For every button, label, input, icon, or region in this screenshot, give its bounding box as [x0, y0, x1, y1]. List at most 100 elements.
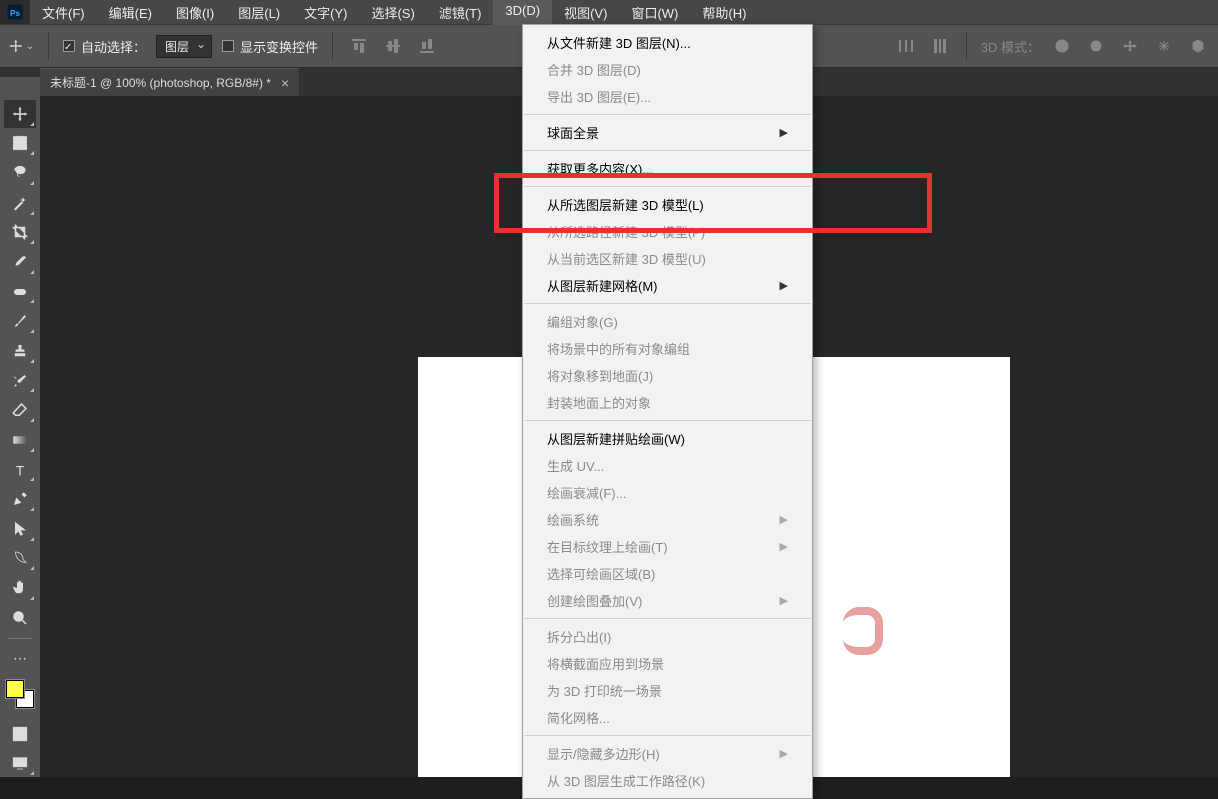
move-tool[interactable] [4, 100, 36, 128]
menu-entry-label: 球面全景 [547, 123, 599, 142]
menu-entry[interactable]: 从图层新建拼贴绘画(W) [523, 425, 812, 452]
menu-entry-label: 生成 UV... [547, 456, 604, 475]
3d-scale-icon[interactable] [1186, 34, 1210, 58]
menu-entry-label: 从所选路径新建 3D 模型(P) [547, 222, 705, 241]
zoom-tool[interactable] [4, 604, 36, 632]
divider [48, 32, 49, 60]
shape-tool[interactable] [4, 545, 36, 573]
menu-item[interactable]: 滤镜(T) [427, 0, 494, 25]
menu-entry-label: 显示/隐藏多边形(H) [547, 744, 660, 763]
menu-entry[interactable]: 从文件新建 3D 图层(N)... [523, 29, 812, 56]
document-tab[interactable]: 未标题-1 @ 100% (photoshop, RGB/8#) * × [40, 68, 299, 96]
dist-icon[interactable] [894, 34, 918, 58]
submenu-arrow-icon: ▶ [780, 513, 788, 526]
svg-text:T: T [16, 463, 24, 478]
menu-separator [524, 420, 811, 421]
align-top-icon[interactable] [347, 34, 371, 58]
screen-mode-tool[interactable] [4, 749, 36, 777]
menu-separator [524, 150, 811, 151]
menu-entry-label: 将场景中的所有对象编组 [547, 339, 690, 358]
menu-entry[interactable]: 获取更多内容(X)... [523, 155, 812, 182]
eyedropper-tool[interactable] [4, 248, 36, 276]
show-transform-check[interactable]: 显示变换控件 [222, 37, 318, 56]
lasso-tool[interactable] [4, 159, 36, 187]
align-vcenter-icon[interactable] [381, 34, 405, 58]
menu-entry[interactable]: 球面全景▶ [523, 119, 812, 146]
menu-entry-label: 为 3D 打印统一场景 [547, 681, 662, 700]
menu-entry-label: 简化网格... [547, 708, 610, 727]
crop-tool[interactable] [4, 219, 36, 247]
color-swatches[interactable] [6, 680, 34, 708]
menu-item[interactable]: 视图(V) [552, 0, 619, 25]
menu-item[interactable]: 窗口(W) [619, 0, 690, 25]
menu-entry: 创建绘图叠加(V) ▶ [523, 587, 812, 614]
menu-separator [524, 114, 811, 115]
path-selection-tool[interactable] [4, 515, 36, 543]
menu-item[interactable]: 3D(D) [493, 0, 552, 25]
marquee-tool[interactable] [4, 130, 36, 158]
brush-tool[interactable] [4, 307, 36, 335]
auto-select-label: 自动选择： [81, 37, 146, 56]
menu-entry-label: 导出 3D 图层(E)... [547, 87, 651, 106]
3d-orbit-icon[interactable] [1050, 34, 1074, 58]
menu-item[interactable]: 选择(S) [359, 0, 426, 25]
wand-tool[interactable] [4, 189, 36, 217]
gradient-tool[interactable] [4, 426, 36, 454]
dist-icon-2[interactable] [928, 34, 952, 58]
menu-entry: 编组对象(G) [523, 308, 812, 335]
3d-menu-dropdown: 从文件新建 3D 图层(N)...合并 3D 图层(D)导出 3D 图层(E).… [522, 24, 813, 799]
quick-mask-tool[interactable] [4, 720, 36, 748]
menu-item[interactable]: 文字(Y) [292, 0, 359, 25]
menu-item[interactable]: 文件(F) [30, 0, 97, 25]
checkbox-icon [222, 40, 234, 52]
checkbox-icon [63, 40, 75, 52]
menu-entry: 从 3D 图层生成工作路径(K) [523, 767, 812, 794]
stamp-tool[interactable] [4, 337, 36, 365]
3d-slide-icon[interactable] [1152, 34, 1176, 58]
menu-item[interactable]: 图像(I) [164, 0, 226, 25]
menu-separator [524, 735, 811, 736]
tool-panel: T ⋯ [0, 96, 40, 777]
3d-roll-icon[interactable] [1084, 34, 1108, 58]
close-icon[interactable]: × [281, 75, 289, 91]
scope-dropdown[interactable]: 图层 [156, 35, 212, 58]
healing-tool[interactable] [4, 278, 36, 306]
app-logo: Ps [0, 0, 30, 24]
menu-entry: 选择可绘画区域(B) [523, 560, 812, 587]
foreground-color-swatch[interactable] [6, 680, 24, 698]
submenu-arrow-icon: ▶ [780, 594, 788, 607]
menu-item[interactable]: 帮助(H) [690, 0, 758, 25]
menu-entry: 将横截面应用到场景 [523, 650, 812, 677]
menu-entry-label: 绘画衰减(F)... [547, 483, 626, 502]
menu-entry: 将场景中的所有对象编组 [523, 335, 812, 362]
menu-entry: 绘画系统▶ [523, 506, 812, 533]
eraser-tool[interactable] [4, 396, 36, 424]
menu-entry[interactable]: 从所选图层新建 3D 模型(L) [523, 191, 812, 218]
menu-entry[interactable]: 从图层新建网格(M)▶ [523, 272, 812, 299]
menu-entry-label: 创建绘图叠加(V) [547, 591, 642, 610]
menu-separator [524, 303, 811, 304]
menu-entry-label: 拆分凸出(I) [547, 627, 611, 646]
mode-3d-label: 3D 模式： [981, 37, 1040, 56]
menu-entry-label: 从当前选区新建 3D 模型(U) [547, 249, 706, 268]
menu-item[interactable]: 编辑(E) [97, 0, 164, 25]
menu-item[interactable]: 图层(L) [226, 0, 292, 25]
menu-entry: 导出 3D 图层(E)... [523, 83, 812, 110]
pen-tool[interactable] [4, 485, 36, 513]
menu-entry-label: 选择可绘画区域(B) [547, 564, 655, 583]
menu-entry-label: 从图层新建拼贴绘画(W) [547, 429, 685, 448]
align-bottom-icon[interactable] [415, 34, 439, 58]
move-tool-icon[interactable]: ⌄ [8, 33, 34, 59]
hand-tool[interactable] [4, 574, 36, 602]
auto-select-check[interactable]: 自动选择： [63, 37, 146, 56]
type-tool[interactable]: T [4, 456, 36, 484]
menu-entry: 为 3D 打印统一场景 [523, 677, 812, 704]
edit-toolbar[interactable]: ⋯ [4, 645, 36, 673]
menu-entry-label: 从 3D 图层生成工作路径(K) [547, 771, 705, 790]
menu-entry-label: 封装地面上的对象 [547, 393, 651, 412]
submenu-arrow-icon: ▶ [780, 279, 788, 292]
menu-entry: 显示/隐藏多边形(H)▶ [523, 740, 812, 767]
history-brush-tool[interactable] [4, 367, 36, 395]
menu-entry: 将对象移到地面(J) [523, 362, 812, 389]
3d-pan-icon[interactable] [1118, 34, 1142, 58]
